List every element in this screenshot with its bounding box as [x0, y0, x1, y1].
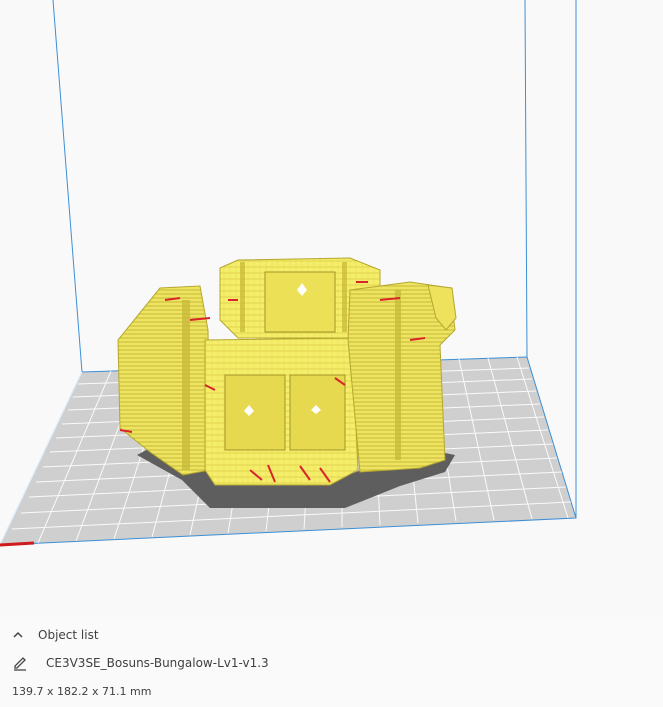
scene-canvas[interactable]: [0, 0, 663, 615]
build-volume-edge: [52, 0, 83, 373]
3d-model[interactable]: [117, 257, 457, 486]
file-name: CE3V3SE_Bosuns-Bungalow-Lv1-v1.3: [46, 656, 269, 670]
chevron-up-icon: [13, 631, 23, 638]
object-panel: Object list CE3V3SE_Bosuns-Bungalow-Lv1-…: [0, 615, 663, 707]
build-volume-edge: [524, 0, 528, 358]
pencil-icon[interactable]: [12, 655, 28, 671]
x-axis-indicator: [0, 541, 35, 547]
file-row: CE3V3SE_Bosuns-Bungalow-Lv1-v1.3: [12, 655, 269, 671]
model-dimensions: 139.7 x 182.2 x 71.1 mm: [12, 685, 152, 698]
object-list-toggle[interactable]: Object list: [10, 627, 99, 643]
object-list-label: Object list: [38, 628, 99, 642]
3d-viewport[interactable]: [0, 0, 663, 615]
